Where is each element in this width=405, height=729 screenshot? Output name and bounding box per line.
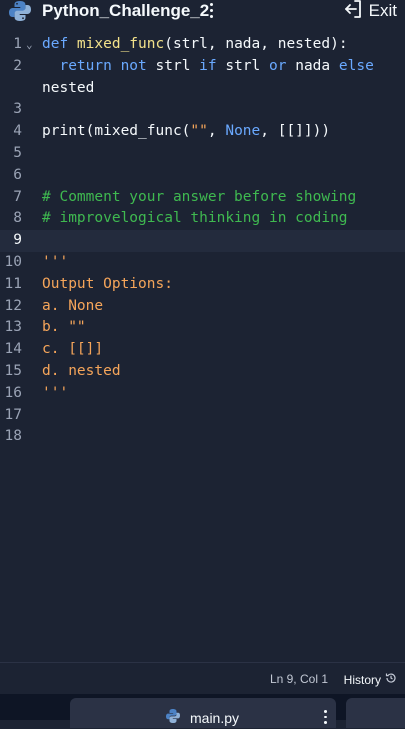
line-number: 14 [4, 341, 22, 358]
code-token: else [338, 57, 374, 74]
code-token: strl [155, 57, 200, 74]
code-line[interactable]: 16 ''' [0, 383, 405, 405]
line-number: 8 [13, 210, 22, 227]
code-line[interactable]: 9 [0, 230, 405, 252]
code-line[interactable]: 11 Output Options: [0, 274, 405, 296]
history-icon [385, 672, 397, 687]
exit-button[interactable]: Exit [343, 0, 397, 22]
history-label: History [343, 672, 381, 687]
code-line[interactable]: nested [0, 78, 405, 100]
code-text: a. None [42, 296, 103, 318]
exit-label: Exit [368, 1, 397, 20]
code-editor[interactable]: 1 ⌄ def mixed_func(strl, nada, nested): 2 r… [0, 34, 405, 662]
code-token: (strl, nada, nested): [164, 36, 348, 52]
code-text: c. [[]] [42, 339, 103, 361]
code-line[interactable]: 8 # improvelogical thinking in coding [0, 208, 405, 230]
line-number: 16 [4, 384, 22, 401]
code-text: print(mixed_func("", None, [[]])) [42, 121, 330, 143]
code-text: nested [42, 78, 94, 100]
code-token: , [207, 123, 226, 140]
code-token: nested [42, 79, 95, 96]
code-line[interactable]: 1 ⌄ def mixed_func(strl, nada, nested): [0, 34, 405, 56]
history-button[interactable]: History [344, 672, 397, 687]
code-line[interactable]: 3 [0, 99, 405, 121]
code-text: def mixed_func(strl, nada, nested): [42, 34, 348, 56]
fold-chevron-icon[interactable]: ⌄ [26, 34, 33, 56]
line-number: 17 [4, 406, 22, 423]
code-text: # improvelogical thinking in coding [42, 208, 348, 230]
line-number: 10 [4, 254, 22, 270]
code-line[interactable]: 17 [0, 405, 405, 427]
code-token: ''' [42, 254, 69, 270]
code-text: ''' [42, 252, 68, 274]
code-token: a. None [42, 297, 104, 314]
code-line[interactable]: 2 return not strl if strl or nada else [0, 56, 405, 78]
code-token: return not [59, 57, 156, 74]
code-text: d. nested [42, 361, 121, 383]
line-number: 7 [13, 188, 22, 205]
code-line[interactable]: 14 c. [[]] [0, 339, 405, 361]
code-token: b. "" [42, 319, 86, 336]
line-number: 18 [4, 428, 22, 445]
code-text: b. "" [42, 317, 86, 339]
line-number: 6 [13, 166, 22, 183]
line-number: 4 [13, 123, 22, 140]
top-bar: Python_Challenge_2 Exit [0, 0, 405, 24]
code-token: nada [295, 57, 339, 74]
line-number: 13 [4, 319, 22, 336]
code-token: d. nested [42, 363, 121, 379]
line-number: 15 [4, 363, 22, 379]
code-token: strl [225, 57, 270, 74]
cursor-position: Ln 9, Col 1 [269, 672, 328, 686]
exit-icon [343, 0, 363, 24]
code-line[interactable]: 12 a. None [0, 296, 405, 318]
python-logo-icon [8, 0, 32, 22]
project-menu-icon[interactable] [205, 0, 217, 20]
line-number: 1 [13, 36, 22, 52]
code-token: print(mixed_func( [42, 123, 191, 140]
tab-main-py-label: main.py [190, 710, 240, 726]
code-text: ''' [42, 383, 68, 405]
line-number: 12 [4, 297, 22, 314]
code-token: or [269, 57, 296, 74]
code-line[interactable]: 7 # Comment your answer before showing [0, 187, 405, 209]
code-line[interactable]: 13 b. "" [0, 317, 405, 339]
python-file-icon [165, 708, 181, 729]
code-token: , [[]])) [260, 123, 331, 140]
code-token: mixed_func [76, 36, 165, 52]
code-text: return not strl if strl or nada else [42, 56, 374, 78]
bottom-tab-bar: main.py [0, 694, 405, 728]
code-token: if [199, 57, 226, 74]
code-token: # Comment your answer before showing [42, 188, 357, 205]
code-token: ''' [42, 384, 69, 401]
line-number: 3 [13, 101, 22, 118]
project-title[interactable]: Python_Challenge_2 [42, 1, 209, 21]
code-token: None [225, 123, 261, 140]
code-line[interactable]: 18 [0, 426, 405, 448]
line-number: 9 [13, 232, 22, 249]
line-number: 2 [13, 57, 22, 74]
status-bar: Ln 9, Col 1 History [0, 662, 405, 695]
code-token: # improvelogical thinking in coding [42, 210, 348, 227]
line-number: 5 [13, 145, 22, 161]
code-text: Output Options: [42, 274, 173, 296]
code-line[interactable]: 10 ''' [0, 252, 405, 274]
code-line[interactable]: 5 [0, 143, 405, 165]
code-token: c. [[]] [42, 341, 104, 358]
tab-secondary[interactable] [346, 698, 405, 728]
code-token: Output Options: [42, 275, 173, 292]
code-token: "" [190, 123, 208, 140]
line-number: 11 [4, 275, 22, 292]
code-line[interactable]: 6 [0, 165, 405, 187]
code-line[interactable]: 4 print(mixed_func("", None, [[]])) [0, 121, 405, 143]
code-text: # Comment your answer before showing [42, 187, 356, 209]
code-token: def [42, 36, 77, 52]
tab-main-py[interactable]: main.py [70, 698, 336, 728]
tab-menu-icon[interactable] [324, 710, 328, 725]
code-line[interactable]: 15 d. nested [0, 361, 405, 383]
